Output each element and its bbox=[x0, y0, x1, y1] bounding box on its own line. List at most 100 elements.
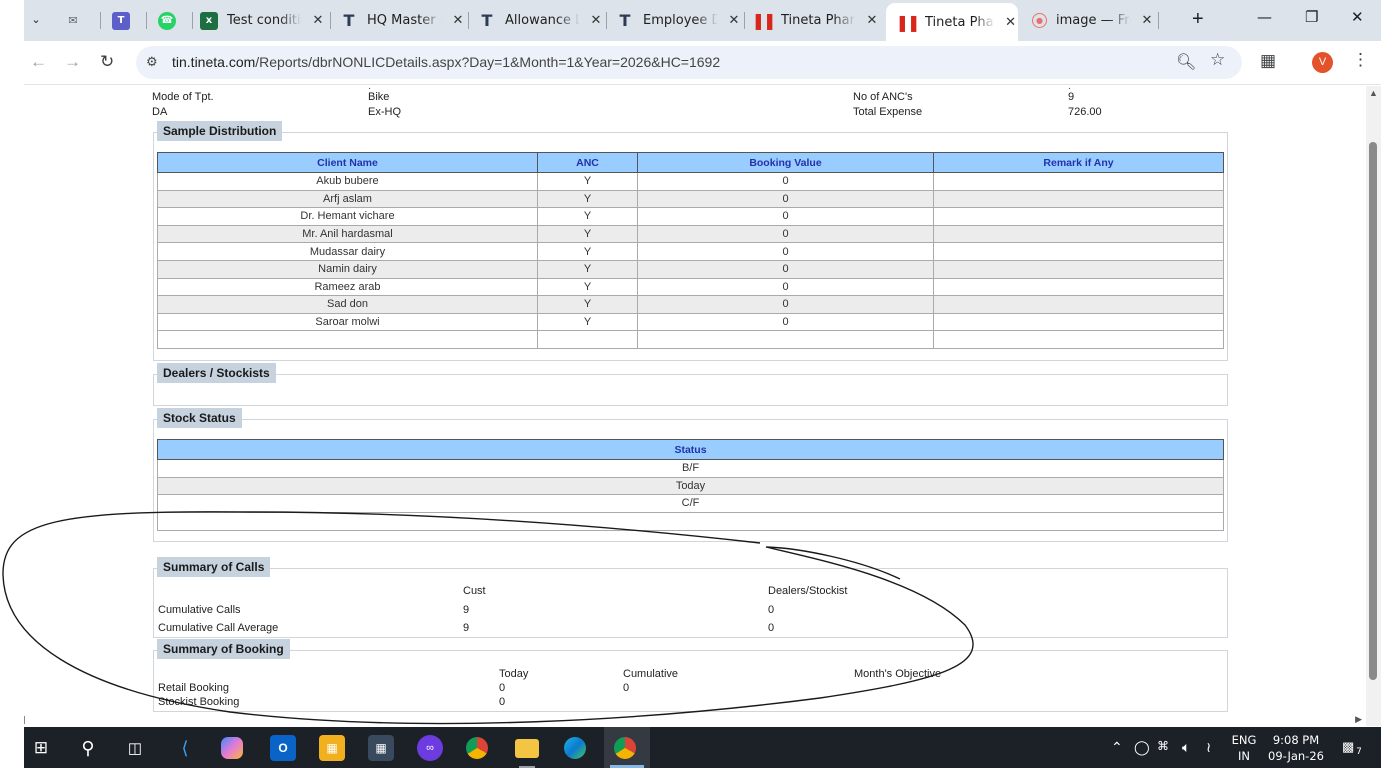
tab-teams[interactable]: T bbox=[112, 6, 139, 35]
address-bar[interactable]: ⚙ tin.tineta.com/Reports/dbrNONLICDetail… bbox=[136, 46, 1242, 79]
vscode-icon[interactable]: ⟨ bbox=[172, 735, 198, 761]
windows-start-icon[interactable]: ⊞ bbox=[28, 735, 54, 761]
section-legend: Sample Distribution bbox=[157, 121, 283, 141]
remark-cell bbox=[933, 224, 1224, 244]
table-row: Akub bubere Y 0 bbox=[157, 172, 1224, 191]
wifi-icon[interactable]: ≀ bbox=[1206, 739, 1211, 756]
tab-employee[interactable]: T Employee De ✕ bbox=[616, 6, 742, 35]
column-header[interactable]: Status bbox=[157, 439, 1224, 460]
booking-value-cell: 0 bbox=[637, 224, 934, 244]
anc-cell: Y bbox=[537, 295, 638, 314]
minimize-icon[interactable]: — bbox=[1257, 8, 1272, 26]
language-code: ENG bbox=[1231, 733, 1257, 747]
close-icon[interactable]: ✕ bbox=[726, 13, 742, 28]
tab-title: Employee De bbox=[643, 13, 718, 28]
ms-store-icon[interactable]: ▦ bbox=[319, 735, 345, 761]
close-icon[interactable]: ✕ bbox=[864, 13, 880, 28]
scroll-right-arrow-icon[interactable]: ▶ bbox=[1355, 714, 1362, 725]
site-info-icon[interactable]: ⚙ bbox=[146, 54, 158, 70]
info-label-anc: No of ANC's bbox=[853, 91, 913, 103]
clock[interactable]: 9:08 PM 09-Jan-26 bbox=[1264, 732, 1328, 764]
summary-of-booking-section: Summary of Booking Today Cumulative Mont… bbox=[153, 639, 1228, 712]
forward-arrow-icon[interactable]: → bbox=[64, 52, 81, 72]
horizontal-scrollbar[interactable]: ▶ bbox=[24, 714, 1366, 726]
column-header[interactable]: Remark if Any bbox=[933, 152, 1224, 173]
url-path: /Reports/dbrNONLICDetails.aspx?Day=1&Mon… bbox=[255, 54, 721, 70]
column-header[interactable]: Client Name bbox=[157, 152, 538, 173]
tab-mail[interactable]: ✉ bbox=[64, 6, 91, 35]
input-indicator-icon[interactable]: ⌘ bbox=[1157, 739, 1169, 753]
empty-cell bbox=[537, 330, 638, 350]
chevron-up-icon[interactable]: ⌃ bbox=[1111, 739, 1123, 756]
tab-search-chevron-icon[interactable]: ⌄ bbox=[26, 10, 46, 30]
language-indicator[interactable]: ENG IN bbox=[1230, 732, 1258, 764]
client-name-cell: Mudassar dairy bbox=[157, 242, 538, 261]
stock-status-section: Stock Status Status B/F Today C/F bbox=[153, 408, 1228, 542]
notification-bell-icon[interactable]: ▩ bbox=[1342, 739, 1354, 755]
tab-whatsapp[interactable]: ☎ bbox=[158, 6, 185, 35]
browser-tab-strip: ⌄ ✉ T ☎ x Test conditio ✕ T HQ Master | … bbox=[24, 0, 1381, 41]
teams-icon: T bbox=[112, 11, 130, 30]
tab-title: Tineta Pharm bbox=[781, 13, 856, 28]
tab-separator bbox=[1158, 12, 1159, 29]
table-row: Namin dairy Y 0 bbox=[157, 259, 1224, 279]
close-icon[interactable]: ✕ bbox=[310, 13, 326, 28]
close-icon[interactable]: ✕ bbox=[450, 13, 466, 28]
profile-avatar[interactable]: V bbox=[1312, 52, 1333, 73]
empty-cell bbox=[637, 330, 934, 350]
extensions-puzzle-icon[interactable]: ▦ bbox=[1260, 51, 1276, 71]
client-name-cell: Mr. Anil hardasmal bbox=[157, 224, 538, 244]
new-tab-plus-icon[interactable]: + bbox=[1192, 8, 1204, 31]
scrollbar-thumb[interactable] bbox=[1369, 142, 1377, 680]
copilot-icon[interactable] bbox=[221, 737, 243, 759]
tab-title: HQ Master | bbox=[367, 13, 442, 28]
vertical-scrollbar[interactable]: ▲ bbox=[1366, 86, 1381, 726]
meet-now-icon[interactable]: ◯ bbox=[1134, 739, 1150, 756]
file-explorer-icon[interactable] bbox=[515, 739, 539, 758]
booking-col-objective: Month's Objective bbox=[854, 668, 942, 680]
anc-cell: Y bbox=[537, 189, 638, 209]
task-view-icon[interactable]: ◫ bbox=[122, 735, 148, 761]
chrome-active-icon[interactable] bbox=[614, 737, 636, 759]
search-icon[interactable]: ⚲ bbox=[75, 735, 101, 761]
whatsapp-icon: ☎ bbox=[158, 11, 176, 30]
edge-icon[interactable] bbox=[564, 737, 586, 759]
sample-distribution-section: Sample Distribution Client Name ANC Book… bbox=[153, 121, 1228, 361]
tab-test-conditions[interactable]: x Test conditio ✕ bbox=[200, 6, 326, 35]
scroll-up-arrow-icon[interactable]: ▲ bbox=[1369, 88, 1378, 98]
url-text[interactable]: tin.tineta.com/Reports/dbrNONLICDetails.… bbox=[172, 54, 720, 70]
tab-tineta-pharma-active[interactable]: ❚❚ Tineta Pharm ✕ bbox=[886, 3, 1018, 41]
tab-allowance[interactable]: T Allowance Li ✕ bbox=[478, 6, 604, 35]
stock-status-table: Status B/F Today C/F bbox=[157, 439, 1224, 531]
close-icon[interactable]: ✕ bbox=[1003, 15, 1018, 30]
anc-cell: Y bbox=[537, 259, 638, 279]
tab-image-free[interactable]: ● image — Fre ✕ bbox=[1032, 6, 1155, 35]
close-icon[interactable]: ✕ bbox=[588, 13, 604, 28]
tab-hq-master[interactable]: T HQ Master | ✕ bbox=[340, 6, 466, 35]
clipchamp-icon[interactable]: ∞ bbox=[417, 735, 443, 761]
restore-icon[interactable]: ❐ bbox=[1305, 8, 1318, 26]
chrome-icon[interactable] bbox=[466, 737, 488, 759]
reload-icon[interactable]: ↻ bbox=[100, 52, 114, 72]
bookmark-star-icon[interactable]: ☆ bbox=[1210, 50, 1225, 70]
booking-value-cell: 0 bbox=[637, 295, 934, 314]
table-row: Arfj aslam Y 0 bbox=[157, 189, 1224, 209]
dealers-stockists-section: Dealers / Stockists bbox=[153, 363, 1228, 406]
calculator-icon[interactable]: ▦ bbox=[368, 735, 394, 761]
close-icon[interactable]: ✕ bbox=[1139, 13, 1155, 28]
back-arrow-icon[interactable]: ← bbox=[30, 52, 47, 72]
close-window-icon[interactable]: ✕ bbox=[1351, 8, 1364, 26]
booking-value-cell: 0 bbox=[637, 312, 934, 332]
tab-tineta-pharma-1[interactable]: ❚❚ Tineta Pharm ✕ bbox=[752, 6, 880, 35]
column-header[interactable]: Booking Value bbox=[637, 152, 934, 173]
outlook-icon[interactable]: O bbox=[270, 735, 296, 761]
zoom-magnifier-icon[interactable]: 🔍︎ bbox=[1176, 52, 1196, 72]
client-name-cell: Saroar molwi bbox=[157, 312, 538, 332]
kebab-menu-icon[interactable]: ⋮ bbox=[1352, 50, 1369, 70]
volume-icon[interactable]: 🔈︎ bbox=[1182, 739, 1190, 756]
client-name-cell: Akub bubere bbox=[157, 172, 538, 191]
column-header[interactable]: ANC bbox=[537, 152, 638, 173]
client-name-cell: Dr. Hemant vichare bbox=[157, 207, 538, 226]
client-name-cell: Sad don bbox=[157, 295, 538, 314]
table-row: B/F bbox=[157, 459, 1224, 478]
